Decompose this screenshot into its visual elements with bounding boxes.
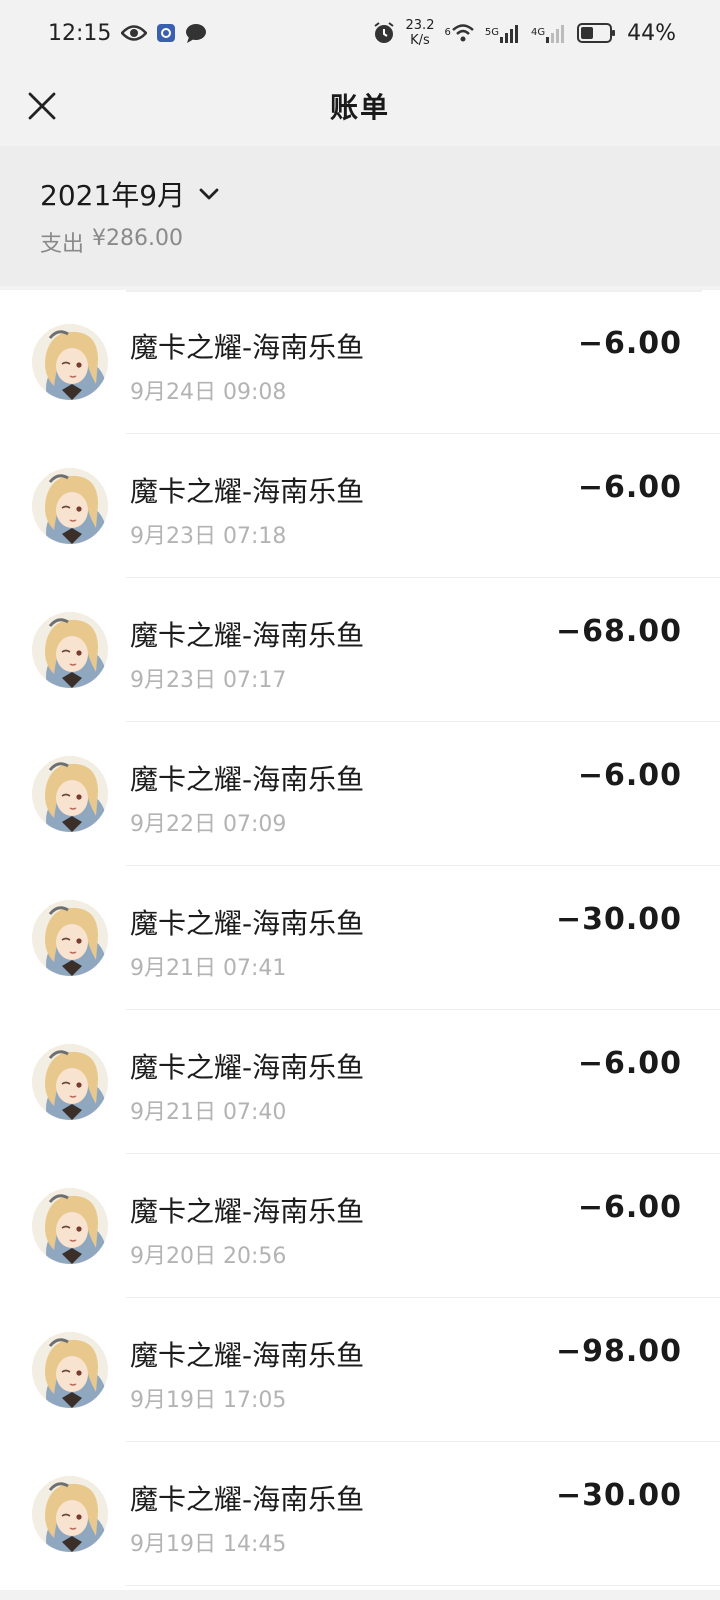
merchant-name: 魔卡之耀-海南乐鱼: [130, 907, 365, 940]
nav-bar: 账单: [0, 66, 720, 146]
merchant-name: 魔卡之耀-海南乐鱼: [130, 331, 365, 364]
wifi-icon: 6: [444, 23, 474, 43]
transaction-time: 9月24日 09:08: [130, 380, 287, 405]
close-icon: [28, 92, 56, 120]
expense-label: 支出: [40, 232, 85, 257]
merchant-name: 魔卡之耀-海南乐鱼: [130, 763, 365, 796]
net-speed: 23.2 K/s: [406, 18, 435, 48]
transaction-time: 9月20日 20:56: [130, 1244, 287, 1269]
merchant-name: 魔卡之耀-海南乐鱼: [130, 1195, 365, 1228]
avatar: [32, 1188, 108, 1264]
row-divider: [126, 1585, 720, 1586]
transaction-row[interactable]: 魔卡之耀-海南乐鱼 9月19日 14:45 −30.00: [0, 1442, 720, 1586]
transaction-row[interactable]: 魔卡之耀-海南乐鱼 9月23日 07:18 −6.00: [0, 434, 720, 578]
transaction-amount: −98.00: [555, 1334, 682, 1369]
transaction-time: 9月21日 07:40: [130, 1100, 287, 1125]
battery-fill: [581, 27, 594, 39]
signal-icon-2: 4G: [531, 23, 567, 43]
merchant-name: 魔卡之耀-海南乐鱼: [130, 619, 365, 652]
merchant-name: 魔卡之耀-海南乐鱼: [130, 1339, 365, 1372]
avatar: [32, 900, 108, 976]
avatar: [32, 468, 108, 544]
transaction-amount: −6.00: [577, 326, 682, 361]
avatar: [32, 1476, 108, 1552]
transaction-amount: −30.00: [555, 902, 682, 937]
expense-summary: 支出 ¥286.00: [40, 226, 680, 258]
battery-percent: 44%: [627, 20, 676, 46]
transaction-amount: −6.00: [577, 1046, 682, 1081]
merchant-name: 魔卡之耀-海南乐鱼: [130, 1051, 365, 1084]
sim2-tag: 4G: [530, 27, 546, 38]
transaction-time: 9月23日 07:18: [130, 524, 287, 549]
avatar: [32, 612, 108, 688]
chat-icon: [185, 23, 207, 43]
status-left: 12:15: [48, 21, 207, 46]
net-speed-value: 23.2: [405, 18, 435, 33]
month-selector[interactable]: 2021年9月: [40, 174, 680, 214]
transaction-row[interactable]: 魔卡之耀-海南乐鱼 9月21日 07:40 −6.00: [0, 1010, 720, 1154]
transaction-row[interactable]: 魔卡之耀-海南乐鱼 9月23日 07:17 −68.00: [0, 578, 720, 722]
status-right: 23.2 K/s 6 5G 4G 44%: [372, 18, 676, 48]
transaction-time: 9月22日 07:09: [130, 812, 287, 837]
battery-icon: [577, 22, 617, 44]
transaction-time: 9月21日 07:41: [130, 956, 287, 981]
signal-icon: 5G: [485, 23, 521, 43]
page-title: 账单: [329, 91, 390, 124]
avatar: [32, 1332, 108, 1408]
transaction-time: 9月19日 14:45: [130, 1532, 287, 1557]
transaction-row[interactable]: 魔卡之耀-海南乐鱼 9月20日 20:56 −6.00: [0, 1154, 720, 1298]
avatar: [32, 324, 108, 400]
expense-value: ¥286.00: [92, 226, 183, 251]
transaction-amount: −68.00: [555, 614, 682, 649]
avatar: [32, 1044, 108, 1120]
sim1-tag: 5G: [484, 27, 499, 38]
transaction-amount: −30.00: [555, 1478, 682, 1513]
transaction-row[interactable]: 魔卡之耀-海南乐鱼 9月21日 07:41 −30.00: [0, 866, 720, 1010]
merchant-name: 魔卡之耀-海南乐鱼: [130, 1483, 365, 1516]
alarm-icon: [372, 21, 396, 45]
transaction-row[interactable]: 魔卡之耀-海南乐鱼 9月24日 09:08 −6.00: [0, 290, 720, 434]
chevron-down-icon: [199, 188, 219, 200]
transaction-row[interactable]: 魔卡之耀-海南乐鱼 9月19日 17:05 −98.00: [0, 1298, 720, 1442]
app-icon: [157, 24, 176, 42]
close-button[interactable]: [20, 84, 64, 128]
eye-icon: [121, 24, 148, 42]
transaction-time: 9月19日 17:05: [130, 1388, 287, 1413]
transaction-amount: −6.00: [577, 470, 682, 505]
transaction-amount: −6.00: [577, 1190, 682, 1225]
month-label: 2021年9月: [40, 179, 186, 212]
merchant-name: 魔卡之耀-海南乐鱼: [130, 475, 365, 508]
month-summary: 2021年9月 支出 ¥286.00: [0, 146, 720, 286]
net-speed-unit: K/s: [410, 33, 430, 48]
avatar: [32, 756, 108, 832]
transaction-row[interactable]: 魔卡之耀-海南乐鱼 9月22日 07:09 −6.00: [0, 722, 720, 866]
transaction-time: 9月23日 07:17: [130, 668, 287, 693]
transaction-items: 魔卡之耀-海南乐鱼 9月24日 09:08 −6.00 魔卡之耀-海南乐鱼 9月…: [0, 290, 720, 1586]
status-bar: 12:15 23.2 K/s 6 5G 4G 44%: [0, 0, 720, 66]
transaction-list: 魔卡之耀-海南乐鱼 9月24日 09:08 −6.00 魔卡之耀-海南乐鱼 9月…: [0, 290, 720, 1590]
status-time: 12:15: [48, 20, 112, 46]
transaction-amount: −6.00: [577, 758, 682, 793]
